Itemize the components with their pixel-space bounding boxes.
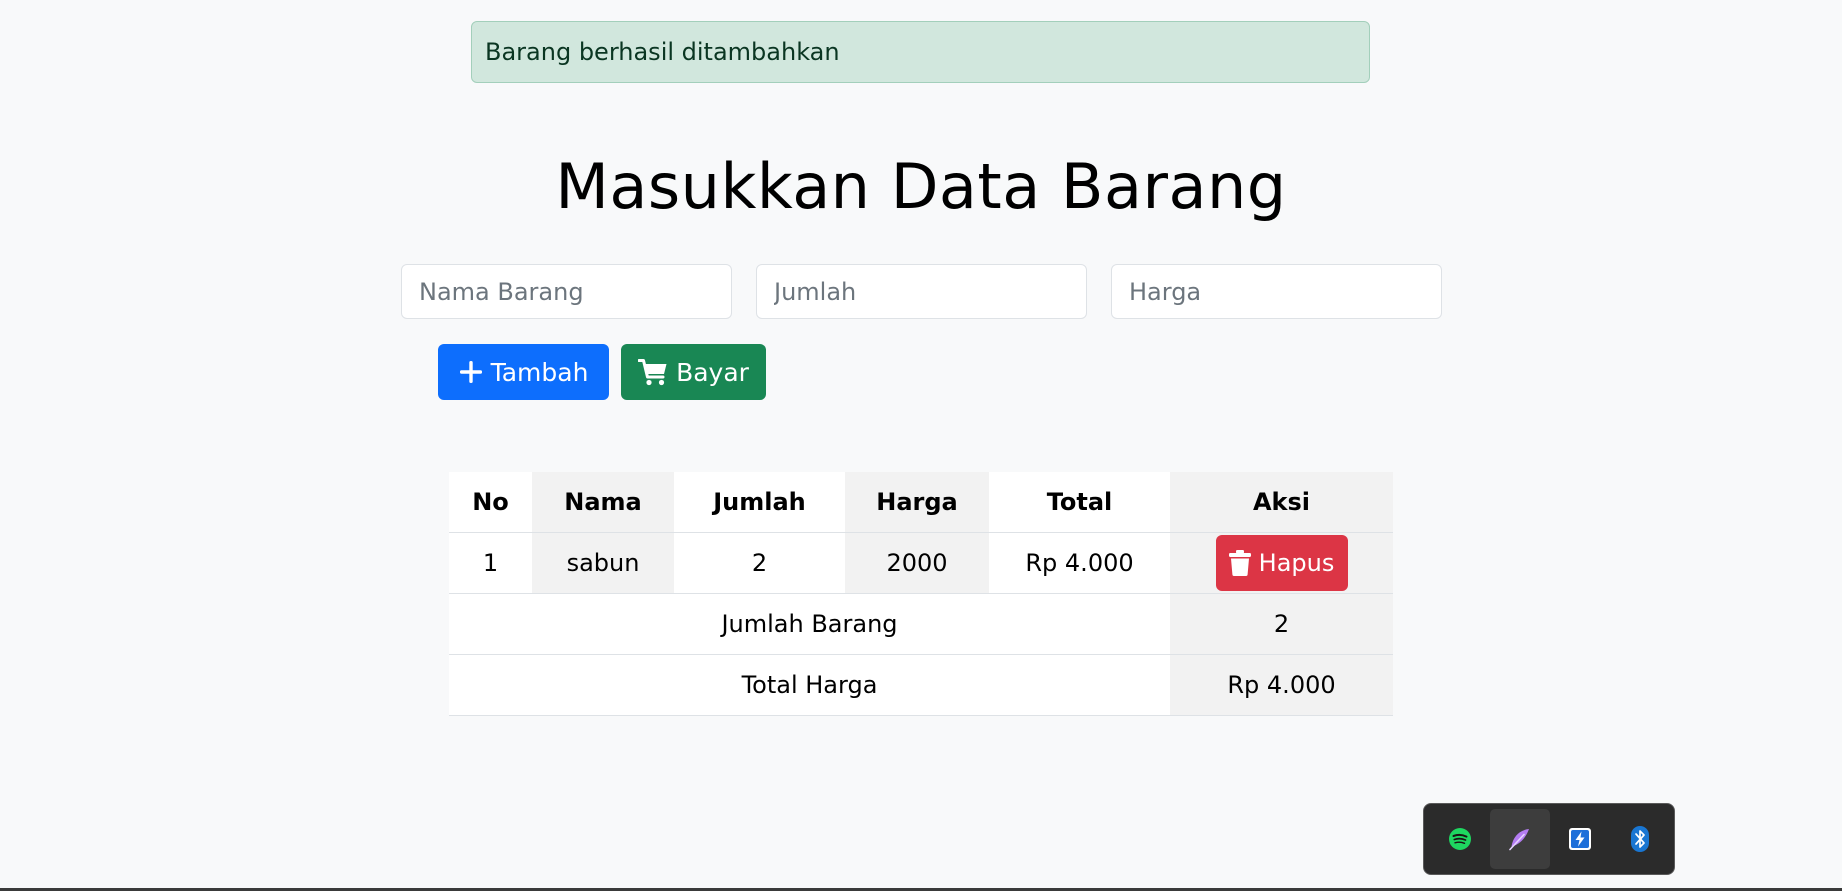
cell-harga: 2000 (845, 532, 989, 594)
alert-message: Barang berhasil ditambahkan (485, 38, 840, 66)
add-button[interactable]: Tambah (438, 344, 609, 400)
summary-count-value: 2 (1170, 593, 1393, 655)
plus-icon (459, 361, 482, 383)
cell-nama: sabun (532, 532, 674, 594)
summary-total-label: Total Harga (449, 654, 1170, 716)
header-jumlah: Jumlah (674, 472, 845, 533)
trash-icon (1228, 550, 1251, 576)
delete-button[interactable]: Hapus (1215, 535, 1348, 591)
cell-total: Rp 4.000 (989, 532, 1170, 594)
header-no: No (449, 472, 532, 533)
spotify-icon (1449, 828, 1471, 850)
header-aksi: Aksi (1170, 472, 1393, 533)
cell-no: 1 (449, 532, 532, 594)
summary-count-label: Jumlah Barang (449, 593, 1170, 655)
system-tray (1423, 803, 1675, 875)
price-input[interactable] (1111, 264, 1442, 319)
summary-total-value: Rp 4.000 (1170, 654, 1393, 716)
header-nama: Nama (532, 472, 674, 533)
tray-item-feather[interactable] (1490, 809, 1550, 869)
table-header-row: No Nama Jumlah Harga Total Aksi (449, 472, 1393, 533)
summary-row-count: Jumlah Barang 2 (449, 593, 1393, 655)
flash-icon (1569, 828, 1591, 850)
item-name-input[interactable] (401, 264, 732, 319)
delete-button-label: Hapus (1258, 549, 1335, 577)
add-button-label: Tambah (490, 357, 589, 387)
header-harga: Harga (845, 472, 989, 533)
summary-row-total: Total Harga Rp 4.000 (449, 654, 1393, 716)
pay-button-label: Bayar (676, 357, 749, 387)
items-table: No Nama Jumlah Harga Total Aksi 1 sabun … (449, 472, 1393, 716)
pay-button[interactable]: Bayar (621, 344, 766, 400)
tray-item-flash[interactable] (1550, 809, 1610, 869)
feather-icon (1509, 829, 1529, 851)
cell-aksi: Hapus (1170, 532, 1393, 594)
tray-item-spotify[interactable] (1430, 809, 1490, 869)
page-title: Masukkan Data Barang (555, 150, 1287, 223)
bluetooth-icon (1631, 826, 1649, 852)
cart-icon (638, 359, 667, 386)
cell-jumlah: 2 (674, 532, 845, 594)
table-row: 1 sabun 2 2000 Rp 4.000 Hapus (449, 532, 1393, 594)
header-total: Total (989, 472, 1170, 533)
success-alert: Barang berhasil ditambahkan (471, 21, 1370, 83)
quantity-input[interactable] (756, 264, 1087, 319)
tray-item-bluetooth[interactable] (1610, 809, 1670, 869)
